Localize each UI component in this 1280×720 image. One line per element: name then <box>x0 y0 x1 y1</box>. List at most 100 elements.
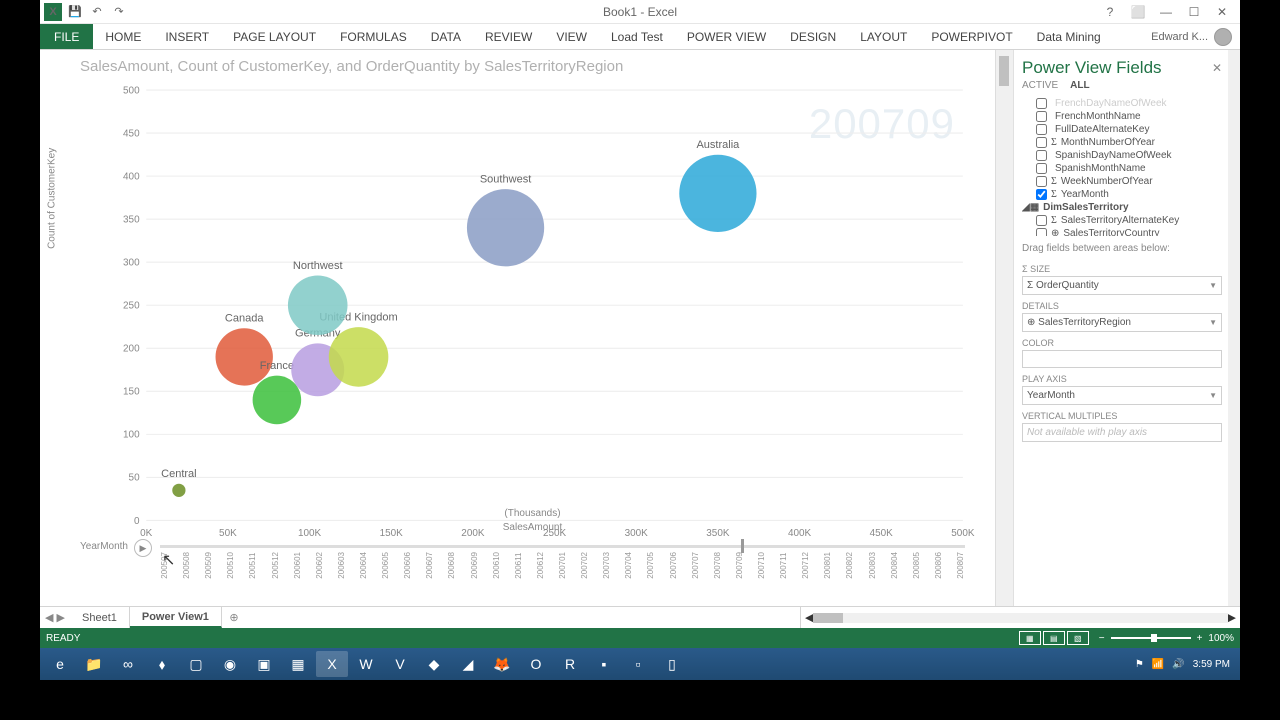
svg-text:250K: 250K <box>543 528 567 539</box>
bubble-canada[interactable] <box>216 328 273 385</box>
add-sheet-button[interactable]: ⊕ <box>222 607 246 628</box>
field-item[interactable]: ΣSalesTerritoryAlternateKey <box>1022 214 1222 227</box>
tb-excel-icon[interactable]: X <box>316 651 348 677</box>
close-icon[interactable]: ✕ <box>1212 5 1232 19</box>
tab-review[interactable]: REVIEW <box>473 24 544 49</box>
field-item[interactable]: ΣWeekNumberOfYear <box>1022 175 1222 188</box>
tray-volume-icon[interactable]: 🔊 <box>1172 659 1184 670</box>
zone-play[interactable]: YearMonth▼ <box>1022 386 1222 405</box>
bubble-united-kingdom[interactable] <box>329 327 389 387</box>
horizontal-scrollbar[interactable]: ◀▶ <box>800 607 1240 628</box>
tb-vs-icon[interactable]: ∞ <box>112 651 144 677</box>
play-axis[interactable]: YearMonth ▶ 2005072005082005092005102005… <box>80 539 985 579</box>
tb-firefox-icon[interactable]: 🦊 <box>486 651 518 677</box>
undo-icon[interactable]: ↶ <box>88 3 106 21</box>
field-checkbox[interactable] <box>1036 189 1047 200</box>
fields-tab-all[interactable]: ALL <box>1070 80 1089 93</box>
field-checkbox[interactable] <box>1036 98 1047 109</box>
tb-visio-icon[interactable]: V <box>384 651 416 677</box>
bubble-chart[interactable]: Count of CustomerKey 0501001502002503003… <box>80 79 985 509</box>
field-checkbox[interactable] <box>1036 111 1047 122</box>
bubble-southwest[interactable] <box>467 189 544 266</box>
bubble-france[interactable] <box>253 376 302 425</box>
tab-insert[interactable]: INSERT <box>153 24 221 49</box>
tb-app-icon[interactable]: ▯ <box>656 651 688 677</box>
tb-app-icon[interactable]: ▢ <box>180 651 212 677</box>
tray-flag-icon[interactable]: ⚑ <box>1135 659 1144 670</box>
redo-icon[interactable]: ↷ <box>110 3 128 21</box>
svg-text:200K: 200K <box>461 528 485 539</box>
field-item[interactable]: ΣYearMonth <box>1022 188 1222 201</box>
help-icon[interactable]: ? <box>1100 5 1120 19</box>
maximize-icon[interactable]: ☐ <box>1184 5 1204 19</box>
view-page-icon[interactable]: ▤ <box>1043 631 1065 645</box>
field-item[interactable]: FrenchMonthName <box>1022 110 1222 123</box>
tray-clock[interactable]: 3:59 PM <box>1193 659 1230 670</box>
tab-view[interactable]: VIEW <box>544 24 599 49</box>
field-checkbox[interactable] <box>1036 137 1047 148</box>
zone-color[interactable] <box>1022 350 1222 368</box>
zoom-control[interactable]: −+ 100% <box>1099 633 1234 644</box>
fields-tab-active[interactable]: ACTIVE <box>1022 80 1058 93</box>
fields-scrollbar[interactable] <box>1228 50 1240 606</box>
field-checkbox[interactable] <box>1036 124 1047 135</box>
field-item[interactable]: FullDateAlternateKey <box>1022 123 1222 136</box>
tb-app-icon[interactable]: ◢ <box>452 651 484 677</box>
tb-app-icon[interactable]: ◆ <box>418 651 450 677</box>
bubble-australia[interactable] <box>679 155 756 232</box>
sheet-tab[interactable]: Sheet1 <box>70 607 130 628</box>
tb-ie-icon[interactable]: e <box>44 651 76 677</box>
tb-app-icon[interactable]: ⬧ <box>146 651 178 677</box>
sheet-nav[interactable]: ◀ ▶ <box>40 607 70 628</box>
zone-size[interactable]: Σ OrderQuantity▼ <box>1022 276 1222 295</box>
save-icon[interactable]: 💾 <box>66 3 84 21</box>
field-checkbox[interactable] <box>1036 176 1047 187</box>
view-normal-icon[interactable]: ▦ <box>1019 631 1041 645</box>
system-tray[interactable]: ⚑ 📶 🔊 3:59 PM <box>1135 659 1236 670</box>
tb-app-icon[interactable]: ▫ <box>622 651 654 677</box>
field-item[interactable]: ⊕SalesTerritoryCountry <box>1022 227 1222 237</box>
tb-cmd-icon[interactable]: ▪ <box>588 651 620 677</box>
sheet-tab[interactable]: Power View1 <box>130 607 222 628</box>
zone-details[interactable]: ⊕ SalesTerritoryRegion▼ <box>1022 313 1222 332</box>
tab-powerpivot[interactable]: POWERPIVOT <box>919 24 1024 49</box>
field-item[interactable]: SpanishDayNameOfWeek <box>1022 149 1222 162</box>
minimize-icon[interactable]: — <box>1156 5 1176 19</box>
field-item[interactable]: SpanishMonthName <box>1022 162 1222 175</box>
tb-app-icon[interactable]: ▦ <box>282 651 314 677</box>
tab-layout[interactable]: LAYOUT <box>848 24 919 49</box>
title-bar: X 💾 ↶ ↷ Book1 - Excel ? ⬜ — ☐ ✕ <box>40 0 1240 24</box>
bubble-northwest[interactable] <box>288 275 348 335</box>
tab-formulas[interactable]: FORMULAS <box>328 24 419 49</box>
field-checkbox[interactable] <box>1036 215 1047 226</box>
file-tab[interactable]: FILE <box>40 24 93 49</box>
field-checkbox[interactable] <box>1036 150 1047 161</box>
tb-chrome-icon[interactable]: ◉ <box>214 651 246 677</box>
tab-home[interactable]: HOME <box>93 24 153 49</box>
tb-app-icon[interactable]: ▣ <box>248 651 280 677</box>
pane-close-icon[interactable]: ✕ <box>1212 61 1222 75</box>
tb-outlook-icon[interactable]: O <box>520 651 552 677</box>
field-item[interactable]: ΣMonthNumberOfYear <box>1022 136 1222 149</box>
tb-r-icon[interactable]: R <box>554 651 586 677</box>
field-item[interactable]: FrenchDayNameOfWeek <box>1022 97 1222 110</box>
windows-taskbar: e 📁 ∞ ⬧ ▢ ◉ ▣ ▦ X W V ◆ ◢ 🦊 O R ▪ ▫ ▯ ⚑ … <box>40 648 1240 680</box>
tab-load-test[interactable]: Load Test <box>599 24 675 49</box>
tab-data-mining[interactable]: Data Mining <box>1025 24 1113 49</box>
view-break-icon[interactable]: ▧ <box>1067 631 1089 645</box>
tb-explorer-icon[interactable]: 📁 <box>78 651 110 677</box>
powerview-canvas[interactable]: SalesAmount, Count of CustomerKey, and O… <box>40 50 995 606</box>
bubble-central[interactable] <box>172 484 185 497</box>
field-checkbox[interactable] <box>1036 228 1047 237</box>
tab-data[interactable]: DATA <box>419 24 473 49</box>
tab-power-view[interactable]: POWER VIEW <box>675 24 778 49</box>
tray-network-icon[interactable]: 📶 <box>1152 659 1164 670</box>
field-checkbox[interactable] <box>1036 163 1047 174</box>
tb-word-icon[interactable]: W <box>350 651 382 677</box>
user-menu[interactable]: Edward K... <box>1143 24 1240 49</box>
tab-page-layout[interactable]: PAGE LAYOUT <box>221 24 328 49</box>
canvas-scrollbar[interactable] <box>995 50 1013 606</box>
ribbon-options-icon[interactable]: ⬜ <box>1128 5 1148 19</box>
tab-design[interactable]: DESIGN <box>778 24 848 49</box>
field-table[interactable]: ◢▦DimSalesTerritory <box>1022 201 1222 214</box>
